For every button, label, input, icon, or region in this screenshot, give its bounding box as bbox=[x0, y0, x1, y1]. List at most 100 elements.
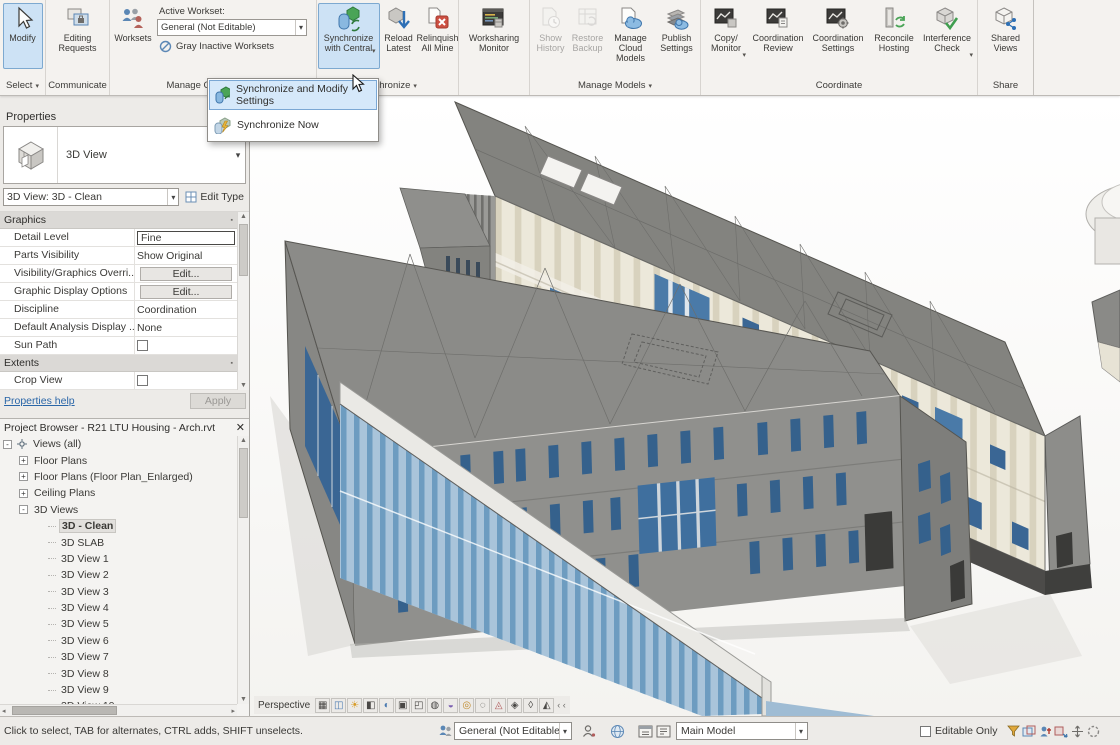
chevron-down-icon[interactable] bbox=[969, 48, 973, 60]
gray-inactive-worksets-toggle[interactable]: Gray Inactive Worksets bbox=[159, 40, 311, 53]
scrollbar-thumb[interactable] bbox=[12, 706, 117, 715]
constraints-icon[interactable]: ◊ bbox=[523, 698, 538, 713]
default-analysis-value[interactable]: None bbox=[137, 322, 162, 334]
manage-models-panel-label[interactable]: Manage Models bbox=[530, 76, 700, 95]
collapse-icon[interactable]: - bbox=[3, 440, 12, 449]
scrollbar-thumb[interactable] bbox=[239, 448, 248, 518]
detail-level-icon[interactable]: ▦ bbox=[315, 698, 330, 713]
design-option-combo[interactable]: Main Model bbox=[676, 722, 808, 740]
tree-item-views-all[interactable]: - Views (all) bbox=[0, 436, 237, 452]
chevron-down-icon[interactable] bbox=[167, 189, 175, 205]
reload-latest-button[interactable]: Reload Latest bbox=[381, 3, 417, 69]
browser-vertical-scrollbar[interactable]: ▲ ▼ bbox=[237, 436, 249, 704]
drawing-area[interactable]: Perspective ▦ ◫ ☀ ◧ ◐ ▣ ◰ ◍ ◒ ◎ ◌ ◬ ◈ ◊ … bbox=[250, 96, 1120, 716]
properties-scrollbar[interactable]: ▲ ▼ bbox=[237, 212, 249, 390]
reveal-hidden-icon[interactable]: ◎ bbox=[459, 698, 474, 713]
crop-view-icon[interactable]: ▣ bbox=[395, 698, 410, 713]
manage-cloud-models-button[interactable]: Manage Cloud Models bbox=[607, 3, 655, 69]
scroll-down-icon[interactable]: ▼ bbox=[238, 382, 249, 389]
crop-view-checkbox[interactable] bbox=[137, 375, 148, 386]
chevron-down-icon[interactable] bbox=[742, 48, 746, 60]
visual-style-icon[interactable]: ◫ bbox=[331, 698, 346, 713]
chevron-down-icon[interactable] bbox=[559, 723, 567, 739]
analytical-model-icon[interactable]: ◬ bbox=[491, 698, 506, 713]
graphic-display-options-edit-button[interactable]: Edit... bbox=[140, 285, 232, 299]
view-selector-combo[interactable]: 3D View: 3D - Clean bbox=[3, 188, 179, 206]
expand-icon[interactable]: + bbox=[19, 489, 28, 498]
interference-check-button[interactable]: Interference Check bbox=[920, 3, 974, 69]
active-workset-status-combo[interactable]: General (Not Editable) bbox=[454, 722, 572, 740]
scroll-down-icon[interactable]: ▼ bbox=[238, 696, 249, 703]
tree-item-floor-plans-enlarged[interactable]: + Floor Plans (Floor Plan_Enlarged) bbox=[0, 469, 237, 485]
modify-button[interactable]: Modify bbox=[3, 3, 43, 69]
scroll-up-icon[interactable]: ▲ bbox=[238, 213, 249, 220]
select-links-icon[interactable] bbox=[1005, 723, 1021, 739]
sun-path-icon[interactable]: ☀ bbox=[347, 698, 362, 713]
lock-view-icon[interactable]: ◍ bbox=[427, 698, 442, 713]
tree-item-3d-view-5[interactable]: 3D View 5 bbox=[0, 616, 237, 632]
chevron-down-icon[interactable] bbox=[372, 44, 376, 56]
select-pinned-icon[interactable] bbox=[1037, 723, 1053, 739]
design-options-icon[interactable] bbox=[636, 722, 654, 740]
tree-item-3d-views[interactable]: - 3D Views bbox=[0, 502, 237, 518]
tree-item-3d-view-9[interactable]: 3D View 9 bbox=[0, 682, 237, 698]
tree-item-3d-view-2[interactable]: 3D View 2 bbox=[0, 567, 237, 583]
section-graphics[interactable]: Graphics▪ bbox=[0, 212, 237, 229]
parts-visibility-value[interactable]: Show Original bbox=[137, 250, 202, 262]
hide-isolate-icon[interactable]: ◒ bbox=[443, 698, 458, 713]
scroll-up-icon[interactable]: ▲ bbox=[238, 437, 249, 444]
browser-horizontal-scrollbar[interactable]: ◂ ▸ bbox=[0, 704, 237, 716]
tree-item-3d-slab[interactable]: 3D SLAB bbox=[0, 534, 237, 550]
editing-requests-status-icon[interactable] bbox=[580, 722, 598, 740]
sun-path-checkbox[interactable] bbox=[137, 340, 148, 351]
reconcile-hosting-button[interactable]: Reconcile Hosting bbox=[869, 3, 919, 69]
worksharing-display-icon[interactable]: ◭ bbox=[539, 698, 554, 713]
exclude-options-icon[interactable] bbox=[654, 722, 672, 740]
tree-item-3d-view-3[interactable]: 3D View 3 bbox=[0, 584, 237, 600]
worksets-button[interactable]: Worksets bbox=[112, 3, 154, 69]
detail-level-input[interactable]: Fine bbox=[137, 231, 235, 245]
tree-item-ceiling-plans[interactable]: + Ceiling Plans bbox=[0, 485, 237, 501]
menu-item-synchronize-now[interactable]: Synchronize Now bbox=[209, 110, 377, 140]
properties-help-link[interactable]: Properties help bbox=[4, 395, 75, 407]
expand-icon[interactable]: + bbox=[19, 472, 28, 481]
view-scale-label[interactable]: Perspective bbox=[258, 700, 310, 711]
synchronize-with-central-button[interactable]: Synchronize with Central bbox=[318, 3, 380, 69]
editable-only-checkbox[interactable] bbox=[920, 726, 931, 737]
background-processes-icon[interactable] bbox=[1085, 723, 1101, 739]
relinquish-all-mine-button[interactable]: Relinquish All Mine bbox=[418, 3, 458, 69]
active-workset-combo[interactable]: General (Not Editable) bbox=[157, 19, 307, 36]
select-panel-label[interactable]: Select bbox=[0, 76, 45, 95]
chevron-down-icon[interactable] bbox=[795, 723, 803, 739]
show-crop-icon[interactable]: ◰ bbox=[411, 698, 426, 713]
tree-item-3d-clean[interactable]: 3D - Clean bbox=[0, 518, 237, 534]
select-underlay-icon[interactable] bbox=[1021, 723, 1037, 739]
tree-item-3d-view-1[interactable]: 3D View 1 bbox=[0, 551, 237, 567]
publish-settings-button[interactable]: Publish Settings bbox=[656, 3, 698, 69]
tree-item-3d-view-7[interactable]: 3D View 7 bbox=[0, 649, 237, 665]
tree-item-3d-view-4[interactable]: 3D View 4 bbox=[0, 600, 237, 616]
tree-item-floor-plans[interactable]: + Floor Plans bbox=[0, 452, 237, 468]
coordination-review-button[interactable]: Coordination Review bbox=[749, 3, 807, 69]
collapse-icon[interactable]: - bbox=[19, 505, 28, 514]
drag-selection-icon[interactable] bbox=[1069, 723, 1085, 739]
expand-icon[interactable]: + bbox=[19, 456, 28, 465]
chevron-down-icon[interactable] bbox=[295, 20, 303, 35]
tree-item-3d-view-8[interactable]: 3D View 8 bbox=[0, 665, 237, 681]
close-icon[interactable]: ✕ bbox=[236, 421, 245, 434]
shadows-icon[interactable]: ◧ bbox=[363, 698, 378, 713]
worksets-status-icon[interactable] bbox=[436, 722, 454, 740]
viewbar-overflow-icon[interactable]: ‹ ‹ bbox=[557, 700, 566, 710]
shared-views-button[interactable]: Shared Views bbox=[983, 3, 1029, 69]
copy-monitor-button[interactable]: Copy/ Monitor bbox=[704, 3, 748, 69]
section-extents[interactable]: Extents▪ bbox=[0, 355, 237, 372]
visibility-graphics-edit-button[interactable]: Edit... bbox=[140, 267, 232, 281]
apply-button[interactable]: Apply bbox=[190, 393, 246, 409]
coordination-settings-button[interactable]: Coordination Settings bbox=[808, 3, 868, 69]
globe-icon[interactable] bbox=[608, 722, 626, 740]
editing-requests-button[interactable]: Editing Requests bbox=[53, 3, 103, 69]
select-by-face-icon[interactable] bbox=[1053, 723, 1069, 739]
scroll-left-icon[interactable]: ◂ bbox=[2, 707, 6, 715]
worksharing-monitor-button[interactable]: Worksharing Monitor bbox=[463, 3, 525, 69]
scroll-right-icon[interactable]: ▸ bbox=[231, 707, 235, 715]
